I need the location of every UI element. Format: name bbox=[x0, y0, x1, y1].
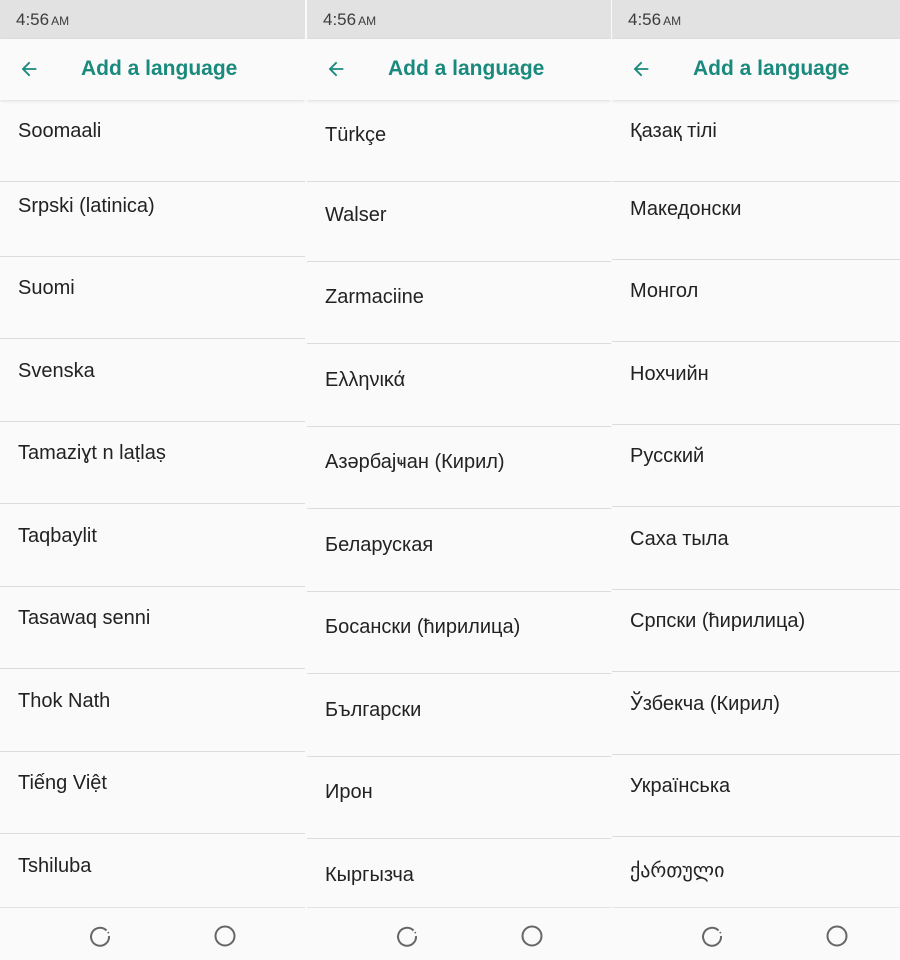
language-item[interactable]: Türkçe bbox=[307, 100, 611, 182]
recents-icon bbox=[90, 926, 111, 947]
language-label: Ўзбекча (Кирил) bbox=[630, 693, 780, 715]
language-item[interactable]: Українська bbox=[612, 755, 900, 837]
language-item[interactable]: Саха тыла bbox=[612, 508, 900, 590]
language-label: Нохчийн bbox=[630, 363, 709, 385]
language-item[interactable]: Tasawaq senni bbox=[0, 587, 305, 669]
language-item[interactable]: Русский bbox=[612, 425, 900, 507]
language-item[interactable]: Thok Nath bbox=[0, 670, 305, 752]
page-title: Add a language bbox=[388, 57, 545, 80]
status-bar: 4:56 AM bbox=[0, 0, 305, 39]
language-label: Српски (ћирилица) bbox=[630, 610, 806, 632]
page-title: Add a language bbox=[81, 57, 238, 80]
screen-panel-1: 4:56 AM Add a language Soomaali Srpski (l… bbox=[0, 0, 305, 960]
home-button[interactable] bbox=[520, 924, 544, 948]
language-item[interactable]: Soomaali bbox=[0, 100, 305, 182]
navigation-bar bbox=[0, 907, 305, 960]
arrow-left-icon bbox=[21, 61, 37, 77]
language-label: Suomi bbox=[18, 277, 75, 299]
recents-icon bbox=[397, 926, 418, 947]
language-item[interactable]: Қазақ тілі bbox=[612, 100, 900, 182]
language-item[interactable]: Ελληνικά bbox=[307, 345, 611, 427]
status-bar: 4:56 AM bbox=[612, 0, 900, 39]
language-item[interactable]: Македонски bbox=[612, 178, 900, 260]
back-button[interactable] bbox=[14, 54, 44, 84]
language-item[interactable]: Босански (ћирилица) bbox=[307, 592, 611, 674]
recents-button[interactable] bbox=[395, 924, 419, 948]
language-item[interactable]: ქართული bbox=[612, 838, 900, 907]
language-label: Саха тыла bbox=[630, 528, 729, 550]
home-button[interactable] bbox=[213, 924, 237, 948]
home-icon bbox=[521, 925, 543, 947]
language-item[interactable]: Tshiluba bbox=[0, 835, 305, 907]
arrow-left-icon bbox=[633, 61, 649, 77]
app-bar: Add a language bbox=[307, 39, 611, 100]
language-item[interactable]: Tiếng Việt bbox=[0, 752, 305, 834]
recents-button[interactable] bbox=[88, 924, 112, 948]
language-list: Türkçe Walser Zarmaciine Ελληνικά Азәрба… bbox=[307, 100, 611, 907]
app-bar: Add a language bbox=[612, 39, 900, 100]
language-label: ქართული bbox=[630, 860, 725, 882]
language-item[interactable]: Ирон bbox=[307, 757, 611, 839]
language-label: Ирон bbox=[325, 781, 373, 803]
status-bar: 4:56 AM bbox=[307, 0, 611, 39]
language-label: Қазақ тілі bbox=[630, 120, 717, 142]
language-label: Азәрбајҹан (Кирил) bbox=[325, 451, 505, 473]
language-label: Svenska bbox=[18, 360, 95, 382]
language-label: Українська bbox=[630, 775, 731, 797]
recents-icon bbox=[702, 926, 723, 947]
language-item[interactable]: Српски (ћирилица) bbox=[612, 590, 900, 672]
back-button[interactable] bbox=[321, 54, 351, 84]
language-label: Zarmaciine bbox=[325, 286, 424, 308]
language-item[interactable]: Srpski (latinica) bbox=[0, 175, 305, 257]
status-time: 4:56 AM bbox=[323, 10, 377, 29]
language-item[interactable]: Беларуская bbox=[307, 510, 611, 592]
recents-button[interactable] bbox=[700, 924, 724, 948]
navigation-bar bbox=[612, 907, 900, 960]
back-button[interactable] bbox=[626, 54, 656, 84]
navigation-bar bbox=[307, 907, 611, 960]
home-button[interactable] bbox=[825, 924, 849, 948]
language-item[interactable]: Walser bbox=[307, 180, 611, 262]
language-label: Ελληνικά bbox=[325, 369, 406, 391]
language-item[interactable]: Zarmaciine bbox=[307, 262, 611, 344]
language-item[interactable]: Монгол bbox=[612, 260, 900, 342]
language-item[interactable]: Taqbaylit bbox=[0, 505, 305, 587]
language-item[interactable]: Svenska bbox=[0, 340, 305, 422]
language-item[interactable]: Ўзбекча (Кирил) bbox=[612, 673, 900, 755]
language-label: Русский bbox=[630, 445, 705, 467]
language-label: Беларуская bbox=[325, 534, 434, 556]
arrow-left-icon bbox=[328, 61, 344, 77]
language-label: Tamaziɣt n laṭlaṣ bbox=[18, 442, 166, 464]
status-time: 4:56 AM bbox=[628, 10, 682, 29]
language-list: Soomaali Srpski (latinica) Suomi Svenska… bbox=[0, 100, 305, 907]
home-icon bbox=[214, 925, 236, 947]
screen-panel-2: 4:56 AM Add a language Türkçe Walser Zarm… bbox=[307, 0, 611, 960]
language-item[interactable]: Tamaziɣt n laṭlaṣ bbox=[0, 422, 305, 504]
language-item[interactable]: Нохчийн bbox=[612, 343, 900, 425]
screen-panel-3: 4:56 AM Add a language Қазақ тілі Македон… bbox=[612, 0, 900, 960]
language-item[interactable]: Suomi bbox=[0, 257, 305, 339]
home-icon bbox=[826, 925, 848, 947]
language-label: Taqbaylit bbox=[18, 525, 97, 547]
language-label: Tiếng Việt bbox=[18, 772, 107, 794]
language-label: Thok Nath bbox=[18, 690, 111, 712]
status-time: 4:56 AM bbox=[16, 10, 70, 29]
language-label: Монгол bbox=[630, 280, 699, 302]
language-label: Tshiluba bbox=[18, 855, 92, 877]
language-label: Srpski (latinica) bbox=[18, 195, 155, 217]
language-item[interactable]: Кыргызча bbox=[307, 840, 611, 907]
page-title: Add a language bbox=[693, 57, 850, 80]
language-label: Кыргызча bbox=[325, 864, 414, 886]
language-label: Tasawaq senni bbox=[18, 607, 151, 629]
app-bar: Add a language bbox=[0, 39, 305, 100]
language-label: Soomaali bbox=[18, 120, 102, 142]
language-label: Македонски bbox=[630, 198, 742, 220]
language-label: Босански (ћирилица) bbox=[325, 616, 521, 638]
language-label: Walser bbox=[325, 204, 387, 226]
language-label: Türkçe bbox=[325, 124, 387, 146]
language-list: Қазақ тілі Македонски Монгол Нохчийн Рус… bbox=[612, 100, 900, 907]
language-item[interactable]: Азәрбајҹан (Кирил) bbox=[307, 427, 611, 509]
language-item[interactable]: Български bbox=[307, 675, 611, 757]
language-label: Български bbox=[325, 699, 422, 721]
